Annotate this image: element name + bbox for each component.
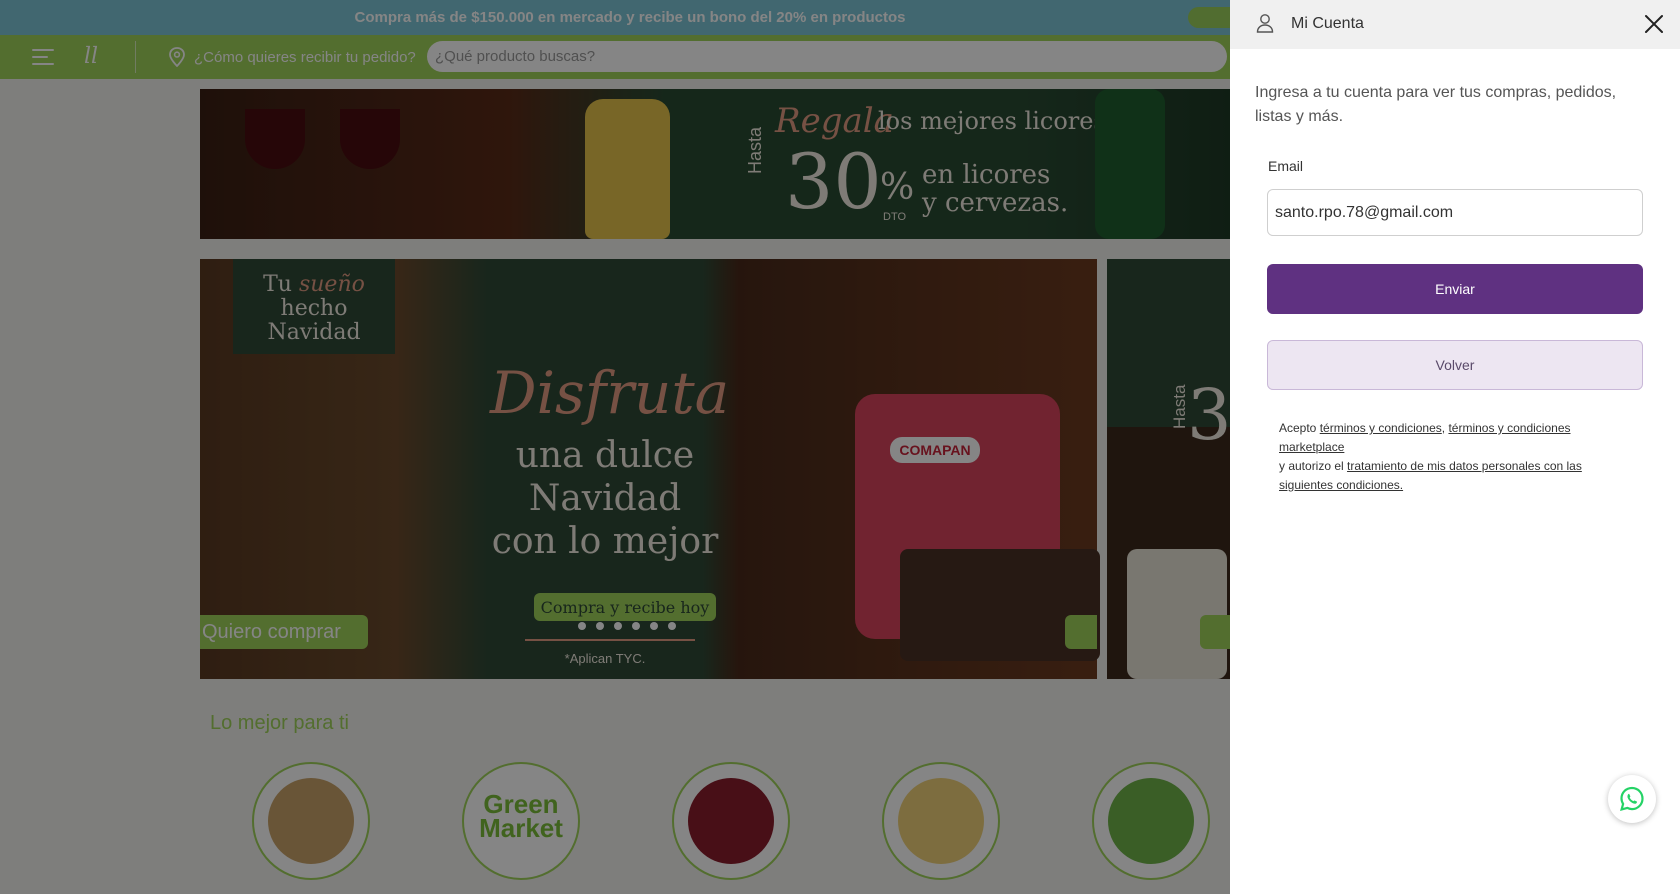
whatsapp-icon <box>1620 786 1644 811</box>
send-button[interactable]: Enviar <box>1267 264 1643 314</box>
email-label: Email <box>1268 158 1304 174</box>
terms-link[interactable]: términos y condiciones <box>1320 421 1442 435</box>
whatsapp-button[interactable] <box>1608 775 1656 823</box>
terms-mid: y autorizo el <box>1279 459 1348 473</box>
back-button[interactable]: Volver <box>1267 340 1643 390</box>
drawer-description: Ingresa a tu cuenta para ver tus compras… <box>1255 84 1617 125</box>
close-icon[interactable] <box>1643 13 1665 35</box>
drawer-title: Mi Cuenta <box>1291 15 1364 32</box>
user-icon <box>1256 14 1274 33</box>
drawer-header: Mi Cuenta <box>1230 0 1680 49</box>
terms-text: Acepto términos y condiciones, términos … <box>1279 419 1639 495</box>
email-field[interactable] <box>1267 189 1643 236</box>
terms-prefix: Acepto <box>1279 421 1320 435</box>
account-drawer: Mi Cuenta Ingresa a tu cuenta para ver t… <box>1230 0 1680 894</box>
